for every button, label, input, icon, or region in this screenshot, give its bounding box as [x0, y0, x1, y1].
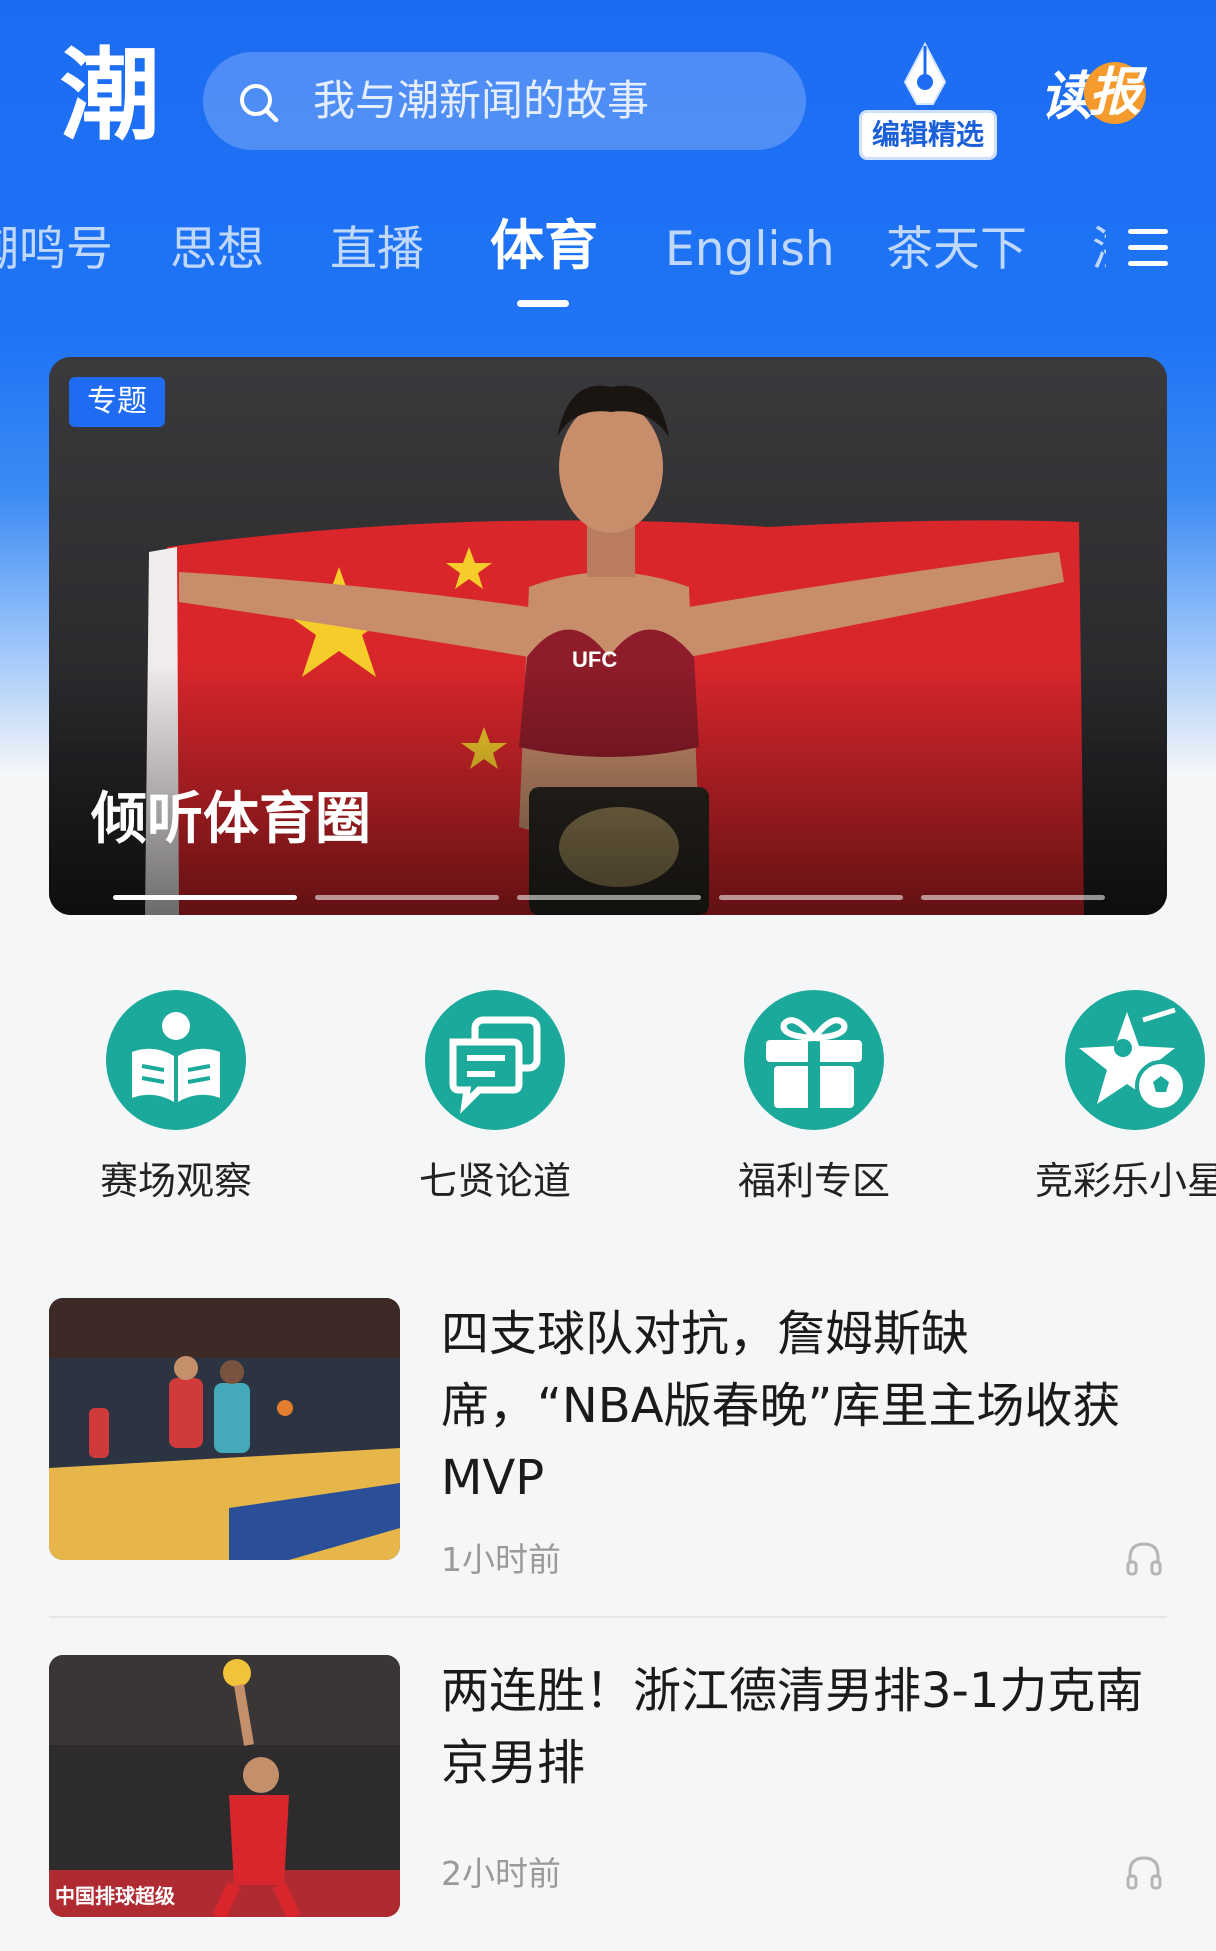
editor-pick-label: 编辑精选 — [859, 110, 997, 160]
news-time: 1小时前 — [441, 1540, 561, 1579]
editor-pick-button[interactable]: 编辑精选 — [855, 42, 997, 162]
menu-icon[interactable] — [1128, 225, 1168, 271]
carousel-dot — [315, 895, 499, 900]
shortcut-label: 赛场观察 — [99, 1159, 252, 1203]
gift-icon — [744, 990, 884, 1130]
tab-sports[interactable]: 体育 — [490, 216, 598, 276]
topic-tag: 专题 — [69, 377, 165, 427]
headphones-icon[interactable] — [1124, 1538, 1164, 1578]
tab-chaominghao[interactable]: 潮鸣号 — [0, 220, 113, 280]
news-divider — [49, 1616, 1167, 1618]
shortcut-label: 七贤论道 — [418, 1159, 571, 1203]
carousel-dot — [517, 895, 701, 900]
tab-thought[interactable]: 思想 — [170, 220, 264, 280]
book-reader-icon — [106, 990, 246, 1130]
search-bar[interactable]: 我与潮新闻的故事 — [203, 52, 806, 150]
shortcut-seven-sages[interactable]: 七贤论道 — [365, 990, 625, 1206]
app-header: 潮 我与潮新闻的故事 编辑精选 读报 — [0, 0, 1216, 185]
sports-star-icon — [1065, 990, 1205, 1130]
carousel-dot — [113, 895, 297, 900]
tab-zhejiang[interactable]: 浙 — [1092, 220, 1106, 280]
banner-title: 倾听体育圈 — [91, 787, 371, 852]
chat-bubbles-icon — [425, 990, 565, 1130]
shortcut-arena-observation[interactable]: 赛场观察 — [46, 990, 306, 1206]
news-thumbnail — [49, 1298, 400, 1560]
shortcut-lottery[interactable]: 竞彩乐小星 — [1003, 990, 1216, 1206]
pen-nib-icon — [903, 42, 947, 105]
search-placeholder: 我与潮新闻的故事 — [313, 76, 650, 125]
shortcut-row: 赛场观察 七贤论道 福利专区 竞彩乐小星 — [0, 990, 1216, 1230]
active-tab-indicator — [517, 300, 569, 307]
news-time: 2小时前 — [441, 1854, 561, 1893]
read-paper-badge: 报 — [1084, 62, 1147, 124]
read-paper-button[interactable]: 读报 — [1040, 62, 1147, 132]
channel-tabs: 潮鸣号 思想 直播 体育 English 茶天下 浙 — [0, 210, 1216, 310]
shortcut-benefits[interactable]: 福利专区 — [684, 990, 944, 1206]
news-title: 四支球队对抗，詹姆斯缺席，“NBA版春晚”库里主场收获MVP — [441, 1306, 1121, 1506]
shortcut-label: 福利专区 — [737, 1159, 890, 1203]
search-icon — [240, 84, 279, 123]
svg-text:中国排球超级: 中国排球超级 — [55, 1884, 175, 1908]
app-logo[interactable]: 潮 — [48, 30, 168, 160]
tab-live[interactable]: 直播 — [330, 220, 424, 280]
tab-english[interactable]: English — [665, 220, 835, 280]
news-title: 两连胜！浙江德清男排3-1力克南京男排 — [441, 1663, 1144, 1791]
headphones-icon[interactable] — [1124, 1852, 1164, 1892]
news-item[interactable]: 中国排球超级 两连胜！浙江德清男排3-1力克南京男排 2小时前 — [49, 1655, 1167, 1925]
news-thumbnail: 中国排球超级 — [49, 1655, 400, 1917]
tab-tea[interactable]: 茶天下 — [886, 220, 1027, 280]
carousel-dot — [921, 895, 1105, 900]
carousel-dot — [719, 895, 903, 900]
featured-banner[interactable]: UFC 专题 倾听体育圈 — [49, 357, 1167, 915]
news-item[interactable]: 四支球队对抗，詹姆斯缺席，“NBA版春晚”库里主场收获MVP 1小时前 — [49, 1298, 1167, 1588]
shortcut-label: 竞彩乐小星 — [1035, 1159, 1216, 1203]
